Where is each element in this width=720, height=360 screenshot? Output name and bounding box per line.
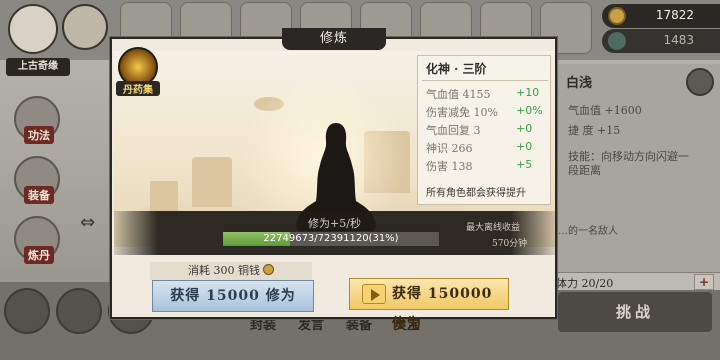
left-menu-label: 功法 — [24, 126, 54, 144]
bottom-menu-icon[interactable] — [56, 288, 102, 334]
pagoda-decoration — [192, 157, 232, 207]
stats-footer: 所有角色都会获得提升 — [426, 188, 526, 199]
offline-value: 570分钟 — [492, 239, 528, 249]
progress-band: 修为+5/秒 22749673/72391120(31%) 最大离线收益 570… — [114, 211, 555, 255]
gold-amount: 17822 — [655, 8, 694, 22]
character-skill: 段距离 — [568, 164, 601, 177]
stamina-bar: 体力 20/20 + — [552, 272, 720, 290]
jade-icon — [608, 32, 626, 50]
gold-currency: 17822 — [602, 4, 720, 28]
stat-delta: +10 — [516, 86, 540, 99]
jade-amount: 1483 — [663, 33, 694, 47]
character-stat: 气血值 +1600 — [568, 104, 642, 117]
jade-currency: 1483 — [602, 29, 720, 53]
stamina-text: 体力 20/20 — [556, 277, 614, 290]
coin-icon — [608, 7, 626, 25]
stat-row: 气血值 4155 +10 — [426, 86, 548, 104]
stat-row: 神识 266 +0 — [426, 140, 548, 158]
stat-delta: +5 — [516, 158, 533, 171]
hero-name: 上古奇缘 — [6, 58, 70, 76]
stat-name: 伤害减免 10% — [426, 106, 498, 119]
left-menu-item[interactable]: 装备 — [14, 156, 60, 204]
gain-cultivation-ad-button[interactable]: 获得 150000 修为 — [349, 278, 509, 332]
left-menu-item[interactable]: 功法 — [14, 96, 60, 144]
divider — [422, 80, 548, 81]
pill-collection-label[interactable]: 丹药集 — [116, 81, 160, 96]
stat-row: 伤害减免 10% +0% — [426, 104, 548, 122]
left-menu: 功法 装备 炼丹 — [14, 96, 60, 264]
stat-row: 伤害 138 +5 — [426, 158, 548, 176]
video-play-icon — [362, 284, 386, 304]
offline-label: 最大离线收益 — [466, 223, 521, 233]
stat-row: 气血回复 3 +0 — [426, 122, 548, 140]
stat-name: 气血回复 3 — [426, 124, 481, 137]
companion-avatar[interactable] — [62, 4, 108, 50]
modal-title-tab: 修炼 — [282, 28, 386, 50]
hero-avatar[interactable] — [8, 4, 58, 54]
realm-title: 化神 · 三阶 — [426, 62, 487, 76]
left-menu-item[interactable]: 炼丹 — [14, 216, 60, 264]
stat-name: 气血值 4155 — [426, 88, 491, 101]
pagoda-decoration — [150, 181, 178, 215]
realm-stats-box: 化神 · 三阶 气血值 4155 +10 伤害减免 10% +0% 气血回复 3… — [417, 55, 551, 205]
stat-delta: +0 — [516, 122, 533, 135]
left-menu-label: 炼丹 — [24, 246, 54, 264]
stat-name: 伤害 138 — [426, 160, 473, 173]
stat-delta: +0 — [516, 140, 533, 153]
add-stamina-button[interactable]: + — [694, 274, 714, 290]
challenge-button[interactable]: 挑战 — [558, 292, 712, 332]
character-note: …的一名敌人 — [558, 226, 618, 237]
coin-icon — [263, 264, 274, 275]
cultivation-modal: 丹药集 化神 · 三阶 气血值 4155 +10 伤害减免 10% +0% 气血… — [110, 37, 557, 332]
progress-text: 22749673/72391120(31%) — [263, 233, 399, 244]
cultivation-progress-bar: 22749673/72391120(31%) — [222, 231, 440, 247]
gain-cultivation-button[interactable]: 获得 15000 修为 — [152, 280, 314, 312]
cost-label: 消耗 300 铜钱 — [150, 262, 312, 280]
left-menu-label: 装备 — [24, 186, 54, 204]
character-name: 白浅 — [566, 76, 593, 91]
modal-title: 修炼 — [319, 31, 348, 46]
cost-text: 消耗 300 铜钱 — [188, 264, 260, 277]
character-badge-icon — [686, 68, 714, 96]
character-stat: 捷 度 +15 — [568, 124, 621, 137]
expand-arrow-icon[interactable]: ⇔ — [80, 212, 98, 234]
stat-delta: +0% — [516, 104, 543, 117]
stat-name: 神识 266 — [426, 142, 473, 155]
bottom-menu-icon[interactable] — [4, 288, 50, 334]
